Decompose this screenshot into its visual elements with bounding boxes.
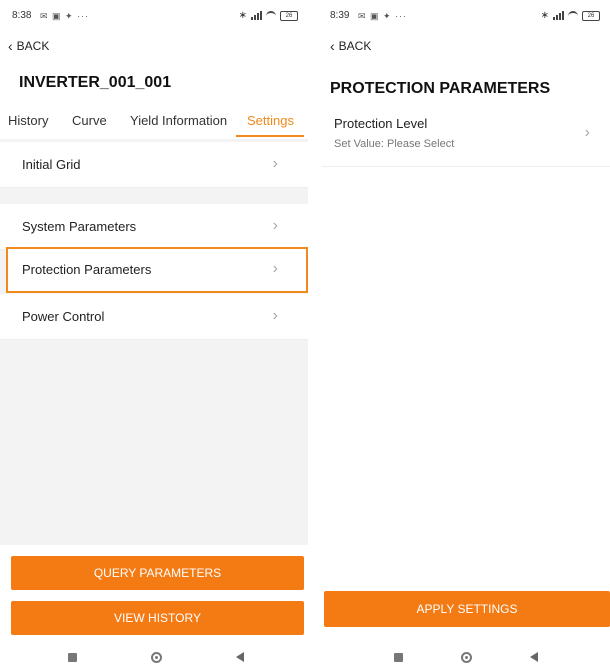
wifi-icon xyxy=(568,10,578,21)
tab-active-indicator xyxy=(236,135,304,137)
menu-item-protection-parameters[interactable]: Protection Parameters › xyxy=(6,247,308,293)
nav-back-icon[interactable] xyxy=(236,652,244,662)
chevron-right-icon: › xyxy=(272,217,278,234)
status-bar: 8:38 ✉ ▣ ✦ ··· ∗ 26 xyxy=(0,10,308,26)
tab-yield-information[interactable]: Yield Information xyxy=(130,113,227,128)
menu-item-label: System Parameters xyxy=(22,219,137,234)
menu-item-system-parameters[interactable]: System Parameters › xyxy=(0,204,308,250)
system-nav-bar xyxy=(394,650,538,664)
signal-icon xyxy=(553,11,564,20)
back-label: BACK xyxy=(16,39,50,53)
status-time: 8:38 xyxy=(12,10,32,21)
system-nav-bar xyxy=(68,650,244,664)
left-screen: 8:38 ✉ ▣ ✦ ··· ∗ 26 ‹ BACK INVERTER_001_… xyxy=(0,0,308,666)
menu-item-label: Initial Grid xyxy=(22,157,81,172)
battery-icon: 26 xyxy=(582,10,600,21)
device-title: INVERTER_001_001 xyxy=(19,74,172,91)
nav-back-icon[interactable] xyxy=(530,652,538,662)
wifi-icon xyxy=(266,10,276,21)
chevron-right-icon: › xyxy=(584,124,590,141)
battery-icon: 26 xyxy=(280,10,298,21)
view-history-button[interactable]: VIEW HISTORY xyxy=(11,601,304,635)
chevron-left-icon: ‹ xyxy=(8,38,13,54)
menu-item-power-control[interactable]: Power Control › xyxy=(0,294,308,340)
chevron-right-icon: › xyxy=(272,155,278,172)
status-tray: ∗ 26 xyxy=(541,10,600,21)
signal-icon xyxy=(251,11,262,20)
menu-item-label: Protection Parameters xyxy=(22,262,152,277)
protection-level-row[interactable]: Protection Level Set Value: Please Selec… xyxy=(322,106,610,167)
chevron-left-icon: ‹ xyxy=(330,38,335,54)
query-parameters-button[interactable]: QUERY PARAMETERS xyxy=(11,556,304,590)
bluetooth-icon: ∗ xyxy=(540,10,549,21)
protection-level-value: Set Value: Please Select xyxy=(334,138,455,150)
back-button[interactable]: ‹ BACK xyxy=(330,39,371,53)
chevron-right-icon: › xyxy=(272,260,278,277)
menu-item-initial-grid[interactable]: Initial Grid › xyxy=(0,142,308,188)
bluetooth-icon: ∗ xyxy=(238,10,247,21)
protection-level-label: Protection Level xyxy=(334,116,428,131)
nav-recent-icon[interactable] xyxy=(394,652,403,662)
back-button[interactable]: ‹ BACK xyxy=(8,39,49,53)
status-notification-icons: ✉ ▣ ✦ ··· xyxy=(358,11,408,21)
tab-settings[interactable]: Settings xyxy=(247,113,294,128)
right-screen: 8:39 ✉ ▣ ✦ ··· ∗ 26 ‹ BACK PROTECTION PA… xyxy=(322,0,610,666)
status-tray: ∗ 26 xyxy=(239,10,298,21)
tab-bar: History Curve Yield Information Settings xyxy=(0,113,308,139)
nav-home-icon[interactable] xyxy=(461,651,472,663)
status-time: 8:39 xyxy=(330,10,350,21)
tab-history[interactable]: History xyxy=(8,113,48,128)
menu-item-label: Power Control xyxy=(22,309,105,324)
status-bar: 8:39 ✉ ▣ ✦ ··· ∗ 26 xyxy=(322,10,610,26)
chevron-right-icon: › xyxy=(272,307,278,324)
settings-list-background xyxy=(0,139,308,545)
back-label: BACK xyxy=(338,39,372,53)
nav-recent-icon[interactable] xyxy=(68,652,77,662)
status-notification-icons: ✉ ▣ ✦ ··· xyxy=(40,11,90,21)
apply-settings-button[interactable]: APPLY SETTINGS xyxy=(324,591,610,627)
page-title: PROTECTION PARAMETERS xyxy=(330,80,551,97)
nav-home-icon[interactable] xyxy=(151,651,162,663)
tab-curve[interactable]: Curve xyxy=(72,113,107,128)
